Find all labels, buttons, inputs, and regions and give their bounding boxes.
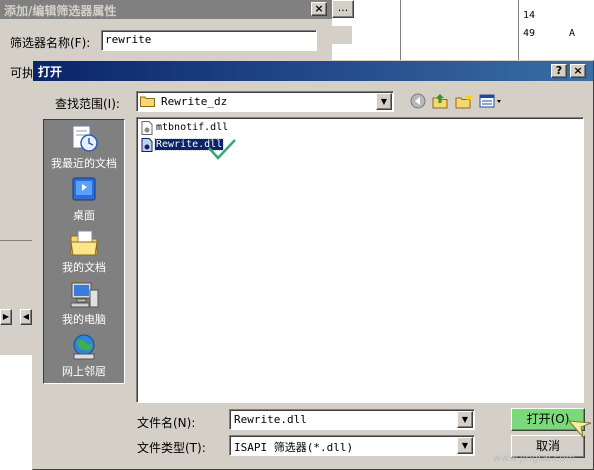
place-label: 我最近的文档 <box>51 157 117 170</box>
filter-properties-close-button[interactable]: × <box>311 2 327 16</box>
view-menu-icon[interactable] <box>479 92 503 110</box>
list-cell: A <box>569 28 576 39</box>
chevron-down-icon[interactable]: ▼ <box>376 93 392 110</box>
dll-file-icon <box>141 138 153 152</box>
filter-name-label: 筛选器名称(F): <box>10 36 91 50</box>
close-button[interactable]: × <box>570 64 586 78</box>
browse-dots-button[interactable]: ... <box>332 0 354 18</box>
dll-file-icon <box>141 121 153 135</box>
desktop-icon <box>72 177 96 201</box>
filter-properties-title: 添加/编辑筛选器属性 <box>4 4 117 18</box>
list-cell: 14 <box>523 10 536 21</box>
place-recent-documents[interactable]: 我最近的文档 <box>44 124 124 174</box>
look-in-combobox[interactable]: Rewrite_dz ▼ <box>136 91 394 112</box>
scroll-left-arrow-icon[interactable]: ▶ <box>0 309 12 325</box>
my-documents-icon <box>70 230 98 256</box>
file-list[interactable]: mtbnotif.dll Rewrite.dll <box>136 117 584 403</box>
list-cell: 49 <box>523 28 536 39</box>
watermark-text: www.jingtai.com <box>493 453 576 464</box>
chevron-down-icon[interactable]: ▼ <box>457 411 473 428</box>
place-label: 网上邻居 <box>62 365 106 378</box>
open-dialog-title: 打开 <box>38 65 63 79</box>
recent-documents-icon <box>72 125 98 152</box>
place-my-computer[interactable]: 我的电脑 <box>44 280 124 330</box>
folder-icon <box>140 96 155 107</box>
back-icon[interactable] <box>409 92 427 110</box>
look-in-value: Rewrite_dz <box>161 95 228 108</box>
file-name-value: Rewrite.dll <box>234 413 307 426</box>
place-label: 桌面 <box>73 209 95 222</box>
place-my-documents[interactable]: 我的文档 <box>44 228 124 278</box>
file-name-combobox[interactable]: Rewrite.dll ▼ <box>229 409 475 430</box>
file-type-label: 文件类型(T): <box>137 441 206 455</box>
file-name-label: 文件名(N): <box>137 416 196 430</box>
file-type-combobox[interactable]: ISAPI 筛选器(*.dll) ▼ <box>229 435 475 456</box>
file-name: mtbnotif.dll <box>156 122 229 133</box>
help-button[interactable]: ? <box>551 64 567 78</box>
place-label: 我的文档 <box>62 261 106 274</box>
checkmark-icon <box>208 139 236 160</box>
network-places-icon <box>73 334 95 360</box>
chevron-down-icon[interactable]: ▼ <box>457 437 473 454</box>
open-file-dialog: 打开 ? × 查找范围(I): Rewrite_dz ▼ 我最近的文档 桌面 我… <box>32 60 594 470</box>
my-computer-icon <box>70 282 99 308</box>
pointer-icon <box>567 420 592 439</box>
look-in-label: 查找范围(I): <box>55 97 120 111</box>
filter-properties-titlebar: 添加/编辑筛选器属性 × <box>0 0 332 19</box>
place-desktop[interactable]: 桌面 <box>44 176 124 226</box>
place-label: 我的电脑 <box>62 313 106 326</box>
open-dialog-titlebar: 打开 ? × <box>33 61 593 81</box>
background-list-panel: 14 49 A <box>518 0 594 60</box>
filter-name-input[interactable]: rewrite <box>101 30 317 51</box>
background-button[interactable] <box>332 26 352 44</box>
place-network[interactable]: 网上邻居 <box>44 332 124 382</box>
divider <box>400 0 401 60</box>
new-folder-icon[interactable] <box>455 92 473 110</box>
places-bar: 我最近的文档 桌面 我的文档 我的电脑 网上邻居 <box>43 119 125 384</box>
executable-label: 可执 <box>10 66 35 80</box>
file-type-value: ISAPI 筛选器(*.dll) <box>234 441 354 454</box>
up-folder-icon[interactable] <box>431 92 449 110</box>
scroll-left-arrow-icon[interactable]: ◀ <box>20 309 32 325</box>
